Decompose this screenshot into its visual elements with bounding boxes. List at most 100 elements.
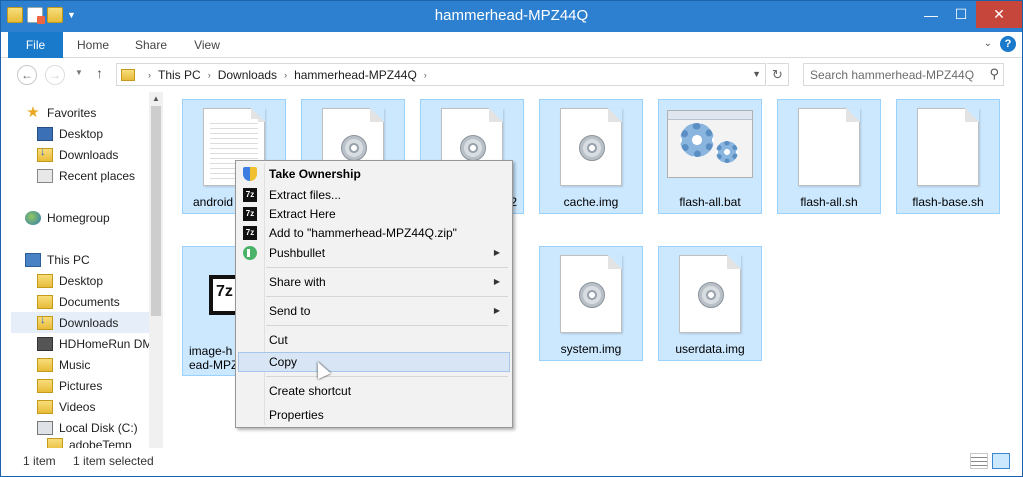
item-count: 1 item	[23, 454, 56, 468]
disc-image-icon	[679, 255, 741, 333]
sidebar-scrollbar[interactable]: ▲	[149, 92, 163, 448]
help-button[interactable]: ?	[1000, 36, 1016, 52]
details-view-button[interactable]	[970, 453, 988, 469]
menu-item-add-to-zip[interactable]: 7z Add to "hammerhead-MPZ44Q.zip"	[238, 223, 510, 243]
shield-icon	[243, 167, 257, 181]
disk-icon	[37, 420, 53, 435]
close-button[interactable]: ✕	[976, 1, 1022, 28]
menu-item-pushbullet[interactable]: Pushbullet ▶	[238, 243, 510, 263]
breadcrumb-downloads[interactable]: Downloads	[218, 68, 277, 82]
file-name: flash-base.sh	[912, 195, 984, 209]
file-name: userdata.img	[675, 342, 745, 356]
file-tile[interactable]: flash-all.sh	[777, 99, 881, 214]
navigation-bar: ← → ▼ ↑ › This PC › Downloads › hammerhe…	[1, 58, 1022, 92]
folder-icon	[37, 294, 53, 309]
menu-item-cut[interactable]: Cut	[238, 330, 510, 350]
menu-item-label: Extract Here	[269, 207, 336, 221]
menu-item-take-ownership[interactable]: Take Ownership	[238, 164, 510, 184]
recent-locations-icon[interactable]: ▼	[75, 68, 83, 77]
address-history-dropdown[interactable]: ▼	[752, 69, 761, 79]
address-bar[interactable]: › This PC › Downloads › hammerhead-MPZ44…	[116, 63, 766, 86]
sidebar-item-label: Favorites	[47, 105, 97, 120]
tab-home[interactable]: Home	[71, 32, 115, 58]
breadcrumb-this-pc[interactable]: This PC	[158, 68, 201, 82]
recent-places-icon	[37, 168, 53, 183]
search-input[interactable]: Search hammerhead-MPZ44Q ⚲	[803, 63, 1004, 86]
file-name: cache.img	[563, 195, 619, 209]
search-icon[interactable]: ⚲	[989, 66, 999, 82]
large-icons-view-button[interactable]	[992, 453, 1010, 469]
menu-item-extract-here[interactable]: 7z Extract Here	[238, 204, 510, 224]
sidebar-item-label: Recent places	[59, 168, 136, 183]
navigation-pane: ★ Favorites Desktop Downloads Recent pla…	[1, 92, 164, 448]
disc-image-icon	[560, 255, 622, 333]
menu-item-label: Copy	[269, 355, 298, 369]
pushbullet-icon	[243, 246, 257, 260]
scroll-up-icon[interactable]: ▲	[152, 94, 160, 103]
downloads-icon	[37, 146, 53, 162]
menu-item-extract-files[interactable]: 7z Extract files...	[238, 185, 510, 205]
submenu-arrow-icon: ▶	[493, 248, 500, 257]
file-tile[interactable]: cache.img	[539, 99, 643, 214]
menu-item-label: Properties	[269, 408, 324, 422]
submenu-arrow-icon: ▶	[493, 306, 500, 315]
desktop-icon	[37, 126, 53, 141]
music-folder-icon	[37, 357, 53, 372]
sidebar-item-label: This PC	[47, 252, 90, 267]
tab-file[interactable]: File	[8, 32, 63, 58]
breadcrumb-current-folder[interactable]: hammerhead-MPZ44Q	[294, 68, 417, 82]
tab-view[interactable]: View	[185, 32, 229, 58]
menu-item-label: Cut	[269, 333, 288, 347]
back-button[interactable]: ←	[17, 65, 37, 85]
maximize-button[interactable]: ☐	[946, 1, 976, 28]
sidebar-item-hdhomerun[interactable]: HDHomeRun DM	[37, 333, 149, 354]
file-tile[interactable]: flash-all.bat	[658, 99, 762, 214]
star-icon: ★	[26, 103, 40, 121]
chevron-right-icon[interactable]: ›	[284, 70, 287, 80]
menu-item-properties[interactable]: Properties	[238, 405, 510, 425]
sidebar-item-label: HDHomeRun DM	[59, 336, 149, 351]
sidebar-item-label: Pictures	[59, 378, 103, 393]
sidebar-item-label: Desktop	[59, 273, 104, 288]
chevron-right-icon[interactable]: ›	[208, 70, 211, 80]
file-name: system.img	[560, 342, 622, 356]
sidebar-item-label: Downloads	[59, 147, 119, 162]
tab-share[interactable]: Share	[129, 32, 173, 58]
file-tile[interactable]: userdata.img	[658, 246, 762, 361]
blank-file-icon	[917, 108, 979, 186]
menu-item-label: Add to "hammerhead-MPZ44Q.zip"	[269, 226, 457, 240]
folder-icon	[37, 273, 53, 288]
menu-item-share-with[interactable]: Share with ▶	[238, 272, 510, 292]
sidebar-item-label: Desktop	[59, 126, 104, 141]
forward-button[interactable]: →	[45, 65, 65, 85]
refresh-button[interactable]: ↻	[767, 63, 789, 86]
folder-icon	[121, 68, 135, 81]
menu-item-create-shortcut[interactable]: Create shortcut	[238, 381, 510, 401]
sidebar-item-label: Music	[59, 357, 91, 372]
window-title: hammerhead-MPZ44Q	[434, 7, 589, 24]
selection-count: 1 item selected	[73, 454, 154, 468]
scroll-thumb[interactable]	[151, 106, 161, 316]
sidebar-item-downloads-selected[interactable]: Downloads	[11, 312, 149, 333]
menu-item-label: Share with	[269, 275, 326, 289]
expand-ribbon-icon[interactable]: ⌄	[984, 38, 992, 49]
minimize-button[interactable]: —	[916, 1, 946, 28]
file-name: flash-all.sh	[800, 195, 858, 209]
menu-item-send-to[interactable]: Send to ▶	[238, 301, 510, 321]
search-placeholder: Search hammerhead-MPZ44Q	[810, 68, 975, 82]
blank-file-icon	[798, 108, 860, 186]
file-tile[interactable]: system.img	[539, 246, 643, 361]
menu-item-copy[interactable]: Copy	[238, 352, 510, 372]
up-button[interactable]: ↑	[96, 65, 103, 81]
submenu-arrow-icon: ▶	[493, 277, 500, 286]
menu-item-label: Take Ownership	[269, 167, 361, 181]
sidebar-item-label: Homegroup	[47, 210, 110, 225]
chevron-right-icon[interactable]: ›	[148, 70, 151, 80]
homegroup-icon	[25, 210, 41, 225]
file-tile[interactable]: flash-base.sh	[896, 99, 1000, 214]
chevron-right-icon[interactable]: ›	[424, 70, 427, 80]
sidebar-item-label: adobeTemp	[69, 438, 132, 448]
7zip-icon: 7z	[243, 207, 257, 221]
folder-icon	[47, 438, 63, 448]
status-bar: 1 item 1 item selected	[1, 448, 1022, 476]
